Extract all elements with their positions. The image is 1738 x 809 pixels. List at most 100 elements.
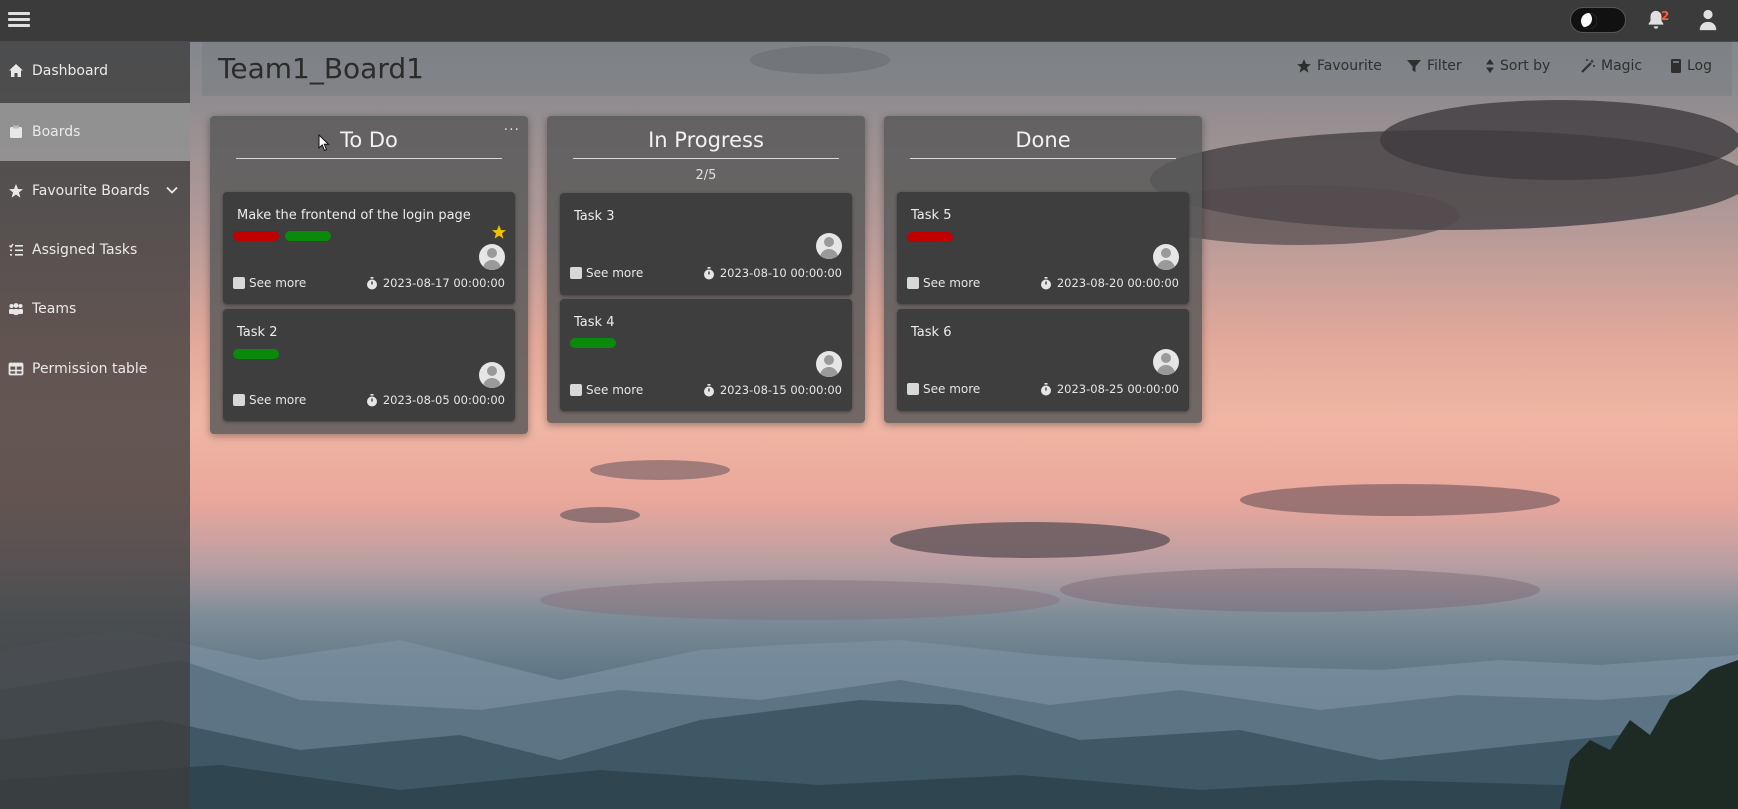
see-more-link[interactable]: See more — [233, 276, 306, 290]
chevron-down-icon[interactable] — [166, 184, 178, 196]
sidebar-item-dashboard[interactable]: Dashboard — [0, 42, 190, 100]
stopwatch-icon — [366, 276, 377, 289]
see-more-label: See more — [923, 276, 981, 290]
note-icon — [907, 277, 919, 289]
column-menu-icon[interactable]: ··· — [504, 122, 520, 138]
sidebar-item-label: Favourite Boards — [32, 183, 150, 199]
task-title: Task 4 — [574, 315, 615, 330]
user-icon[interactable] — [1697, 8, 1719, 32]
due-date: 2023-08-15 00:00:00 — [703, 383, 842, 397]
tag-green — [570, 338, 616, 348]
due-date: 2023-08-20 00:00:00 — [1040, 276, 1179, 290]
see-more-link[interactable]: See more — [907, 276, 980, 290]
task-card[interactable]: Make the frontend of the login page See … — [223, 192, 515, 304]
due-date: 2023-08-25 00:00:00 — [1040, 382, 1179, 396]
see-more-link[interactable]: See more — [570, 383, 643, 397]
task-card[interactable]: Task 2 See more 2023-08-05 00:00:00 — [223, 309, 515, 421]
clipboard-icon — [10, 125, 22, 138]
column-title: Done — [910, 128, 1176, 159]
column-to-do: To Do ··· Make the frontend of the login… — [210, 116, 528, 434]
task-tags — [233, 231, 331, 241]
see-more-link[interactable]: See more — [907, 382, 980, 396]
task-tags — [570, 338, 616, 348]
task-card[interactable]: Task 4 See more 2023-08-15 00:00:00 — [560, 299, 852, 411]
magic-button[interactable]: Magic — [1580, 58, 1642, 74]
note-icon — [907, 383, 919, 395]
favourite-star-icon[interactable] — [491, 224, 507, 240]
task-list-icon — [8, 243, 23, 256]
see-more-label: See more — [586, 266, 644, 280]
tag-red — [233, 231, 279, 241]
see-more-label: See more — [586, 383, 644, 397]
stopwatch-icon — [366, 393, 377, 406]
column-done: Done Task 5 See more 2023-08-20 00:00:00… — [884, 116, 1202, 423]
due-date-text: 2023-08-05 00:00:00 — [382, 393, 505, 407]
stopwatch-icon — [1040, 276, 1051, 289]
due-date: 2023-08-17 00:00:00 — [366, 276, 505, 290]
sort-icon — [1486, 59, 1494, 73]
sidebar-item-teams[interactable]: Teams — [0, 280, 190, 338]
avatar[interactable] — [479, 244, 505, 270]
stopwatch-icon — [1040, 382, 1051, 395]
magic-label: Magic — [1601, 58, 1643, 74]
avatar[interactable] — [1153, 244, 1179, 270]
note-icon — [570, 384, 582, 396]
star-icon — [9, 184, 23, 198]
theme-toggle[interactable] — [1570, 7, 1626, 33]
tag-green — [233, 349, 279, 359]
see-more-link[interactable]: See more — [570, 266, 643, 280]
due-date: 2023-08-05 00:00:00 — [366, 393, 505, 407]
table-icon — [8, 362, 24, 376]
board-header: Team1_Board1 Favourite Filter Sort by Ma… — [202, 42, 1732, 96]
magic-wand-icon — [1581, 59, 1595, 73]
sidebar-item-label: Assigned Tasks — [32, 242, 138, 258]
avatar[interactable] — [1153, 349, 1179, 375]
sidebar-item-label: Teams — [32, 301, 77, 317]
column-title: In Progress — [573, 128, 839, 159]
log-label: Log — [1687, 58, 1713, 74]
favourite-label: Favourite — [1317, 58, 1382, 74]
due-date-text: 2023-08-10 00:00:00 — [719, 266, 842, 280]
mouse-cursor-icon — [318, 134, 330, 152]
see-more-label: See more — [923, 382, 981, 396]
top-bar: 2 — [0, 0, 1738, 42]
hamburger-icon[interactable] — [8, 9, 30, 29]
star-icon — [1297, 59, 1311, 73]
task-tags — [907, 232, 953, 242]
task-title: Task 6 — [911, 325, 952, 340]
task-card[interactable]: Task 6 See more 2023-08-25 00:00:00 — [897, 309, 1189, 411]
sidebar-item-label: Permission table — [32, 361, 148, 377]
task-card[interactable]: Task 5 See more 2023-08-20 00:00:00 — [897, 192, 1189, 304]
notification-badge: 2 — [1661, 9, 1670, 23]
avatar[interactable] — [816, 351, 842, 377]
due-date-text: 2023-08-17 00:00:00 — [382, 276, 505, 290]
note-icon — [233, 277, 245, 289]
favourite-button[interactable]: Favourite — [1296, 58, 1382, 74]
due-date-text: 2023-08-15 00:00:00 — [719, 383, 842, 397]
see-more-link[interactable]: See more — [233, 393, 306, 407]
tag-red — [907, 232, 953, 242]
avatar[interactable] — [479, 362, 505, 388]
task-tags — [233, 349, 279, 359]
users-icon — [9, 303, 23, 315]
stopwatch-icon — [703, 266, 714, 279]
see-more-label: See more — [249, 393, 307, 407]
sort-by-label: Sort by — [1500, 58, 1551, 74]
sidebar: Dashboard Boards Favourite Boards Assign… — [0, 42, 190, 809]
board-title: Team1_Board1 — [218, 52, 424, 85]
book-icon — [1671, 59, 1681, 73]
task-title: Task 5 — [911, 208, 952, 223]
moon-icon — [1581, 13, 1597, 29]
sidebar-item-boards[interactable]: Boards — [0, 103, 190, 161]
avatar[interactable] — [816, 233, 842, 259]
task-title: Make the frontend of the login page — [237, 208, 471, 223]
sidebar-item-assigned-tasks[interactable]: Assigned Tasks — [0, 221, 190, 279]
task-card[interactable]: Task 3 See more 2023-08-10 00:00:00 — [560, 193, 852, 295]
sidebar-item-permission-table[interactable]: Permission table — [0, 340, 190, 398]
sidebar-item-favourite-boards[interactable]: Favourite Boards — [0, 162, 190, 220]
sort-by-button[interactable]: Sort by — [1485, 58, 1550, 74]
filter-icon — [1407, 60, 1421, 72]
filter-button[interactable]: Filter — [1406, 58, 1462, 74]
log-button[interactable]: Log — [1670, 58, 1712, 74]
task-title: Task 2 — [237, 325, 278, 340]
